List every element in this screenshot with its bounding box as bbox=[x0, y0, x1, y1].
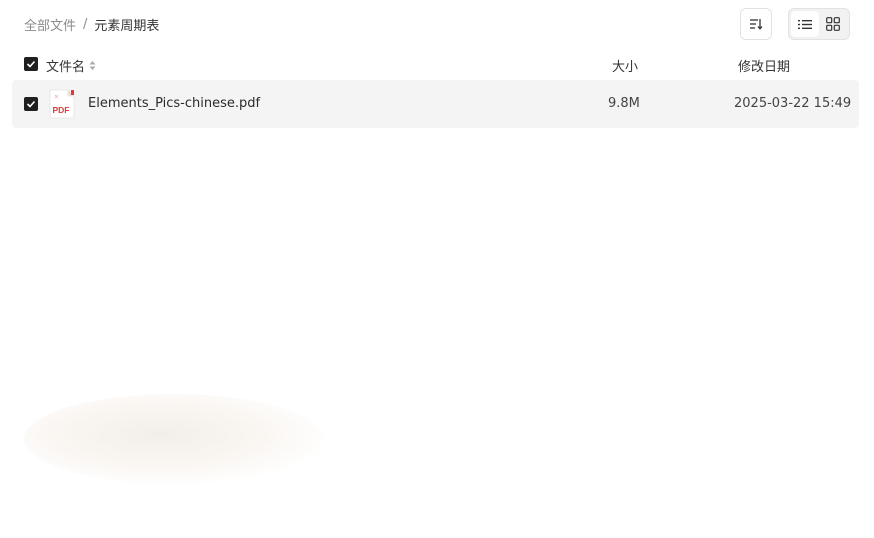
sort-icon bbox=[750, 19, 763, 30]
background-blur-decoration bbox=[24, 394, 324, 484]
view-toggle bbox=[788, 8, 850, 40]
file-row-checkbox[interactable] bbox=[24, 97, 38, 111]
pdf-file-type-label: PDF bbox=[53, 105, 70, 115]
pdf-file-icon: PDF bbox=[49, 89, 75, 119]
column-header-size[interactable]: 大小 bbox=[612, 56, 638, 75]
file-list-header: 文件名 大小 修改日期 bbox=[12, 48, 859, 80]
list-view-icon bbox=[798, 19, 812, 29]
breadcrumb-separator: / bbox=[83, 17, 88, 32]
breadcrumb-root-link[interactable]: 全部文件 bbox=[24, 15, 76, 34]
column-header-modified[interactable]: 修改日期 bbox=[738, 56, 790, 75]
column-header-name[interactable]: 文件名 bbox=[46, 56, 96, 75]
file-modified-date: 2025-03-22 15:49 bbox=[734, 96, 852, 111]
grid-view-icon bbox=[826, 17, 840, 31]
file-row[interactable]: PDF Elements_Pics-chinese.pdf 9.8M 2025-… bbox=[12, 80, 859, 128]
select-all-checkbox[interactable] bbox=[24, 57, 38, 71]
grid-view-button[interactable] bbox=[819, 11, 847, 37]
checkmark-icon bbox=[26, 60, 36, 68]
breadcrumb: 全部文件 / 元素周期表 bbox=[24, 15, 159, 34]
column-header-name-label: 文件名 bbox=[46, 60, 86, 75]
top-bar: 全部文件 / 元素周期表 bbox=[0, 0, 874, 48]
breadcrumb-current: 元素周期表 bbox=[94, 19, 160, 34]
list-view-button[interactable] bbox=[791, 11, 819, 37]
sort-caret-icon bbox=[89, 60, 96, 71]
checkmark-icon bbox=[26, 100, 36, 108]
file-size: 9.8M bbox=[608, 96, 640, 111]
sort-button[interactable] bbox=[740, 8, 772, 40]
file-name-link[interactable]: Elements_Pics-chinese.pdf bbox=[88, 96, 260, 111]
